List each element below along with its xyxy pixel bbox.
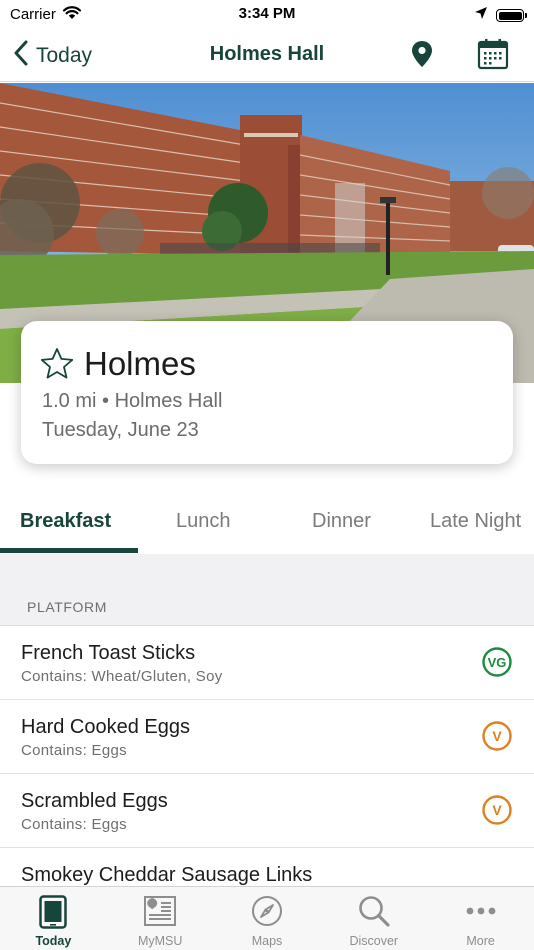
- location-arrow-icon: [474, 6, 488, 25]
- menu-item-name: Smokey Cheddar Sausage Links: [21, 864, 313, 886]
- svg-text:V: V: [492, 802, 502, 818]
- svg-text:VG: VG: [488, 655, 507, 670]
- tabbar-maps-label: Maps: [251, 934, 283, 948]
- map-pin-button[interactable]: [411, 40, 433, 73]
- menu-date: Tuesday, June 23: [42, 419, 199, 441]
- chevron-left-icon: [14, 40, 28, 71]
- tab-breakfast[interactable]: Breakfast: [20, 510, 111, 533]
- vegan-badge-icon: VG: [482, 647, 512, 677]
- active-tab-indicator: [0, 548, 138, 553]
- menu-list: PLATFORM French Toast Sticks Contains: W…: [0, 554, 534, 886]
- more-icon: [427, 895, 534, 927]
- menu-item-name: Hard Cooked Eggs: [21, 716, 190, 738]
- menu-item-allergens: Contains: Wheat/Gluten, Soy: [21, 668, 223, 685]
- tabbar-more-label: More: [466, 934, 495, 948]
- calendar-icon: [477, 39, 509, 74]
- tab-dinner[interactable]: Dinner: [312, 510, 371, 533]
- meal-tabs: Breakfast Lunch Dinner Late Night: [0, 494, 534, 554]
- favorite-button[interactable]: [40, 347, 74, 384]
- menu-item[interactable]: Scrambled Eggs Contains: Eggs V: [0, 774, 534, 848]
- menu-item[interactable]: Smokey Cheddar Sausage Links: [0, 848, 534, 886]
- svg-text:V: V: [492, 728, 502, 744]
- section-header: PLATFORM: [0, 554, 534, 626]
- tabbar-more[interactable]: More: [427, 887, 534, 950]
- vegetarian-badge-icon: V: [482, 795, 512, 825]
- menu-item-allergens: Contains: Eggs: [21, 816, 127, 833]
- newspaper-icon: [107, 895, 214, 927]
- back-label: Today: [36, 43, 93, 67]
- tabbar-discover-label: Discover: [349, 934, 399, 948]
- star-icon: [40, 348, 74, 383]
- tabbar-discover[interactable]: Discover: [320, 887, 427, 950]
- section-title: PLATFORM: [27, 599, 107, 615]
- compass-icon: [214, 895, 321, 927]
- bottom-tab-bar: Today MyMSU Maps Discover More: [0, 886, 534, 950]
- tab-late-night[interactable]: Late Night: [430, 510, 521, 533]
- menu-item-allergens: Contains: Eggs: [21, 742, 127, 759]
- dining-hall-card: Holmes 1.0 mi • Holmes Hall Tuesday, Jun…: [21, 321, 513, 464]
- tabbar-mymsu[interactable]: MyMSU: [107, 887, 214, 950]
- status-indicators: [474, 6, 527, 25]
- battery-icon: [496, 9, 527, 22]
- tabbar-maps[interactable]: Maps: [214, 887, 321, 950]
- today-icon: [0, 895, 107, 929]
- tabbar-mymsu-label: MyMSU: [137, 934, 183, 948]
- menu-item-name: French Toast Sticks: [21, 642, 196, 664]
- menu-item[interactable]: Hard Cooked Eggs Contains: Eggs V: [0, 700, 534, 774]
- menu-item[interactable]: French Toast Sticks Contains: Wheat/Glut…: [0, 626, 534, 700]
- calendar-button[interactable]: [477, 38, 509, 75]
- navigation-bar: Today Holmes Hall: [0, 30, 534, 82]
- status-bar: Carrier 3:34 PM: [0, 0, 534, 30]
- search-icon: [320, 895, 427, 927]
- map-pin-icon: [411, 41, 433, 72]
- clock: 3:34 PM: [238, 5, 296, 22]
- tabbar-today-label: Today: [35, 934, 72, 948]
- dining-hall-name: Holmes: [84, 345, 196, 382]
- back-button[interactable]: Today: [14, 40, 92, 71]
- menu-item-name: Scrambled Eggs: [21, 790, 168, 812]
- vegetarian-badge-icon: V: [482, 721, 512, 751]
- dining-hall-screen: Carrier 3:34 PM Today Holmes Hall Holmes…: [0, 0, 534, 950]
- tabbar-today[interactable]: Today: [0, 887, 107, 950]
- tab-lunch[interactable]: Lunch: [176, 510, 231, 533]
- distance-location: 1.0 mi • Holmes Hall: [42, 390, 223, 412]
